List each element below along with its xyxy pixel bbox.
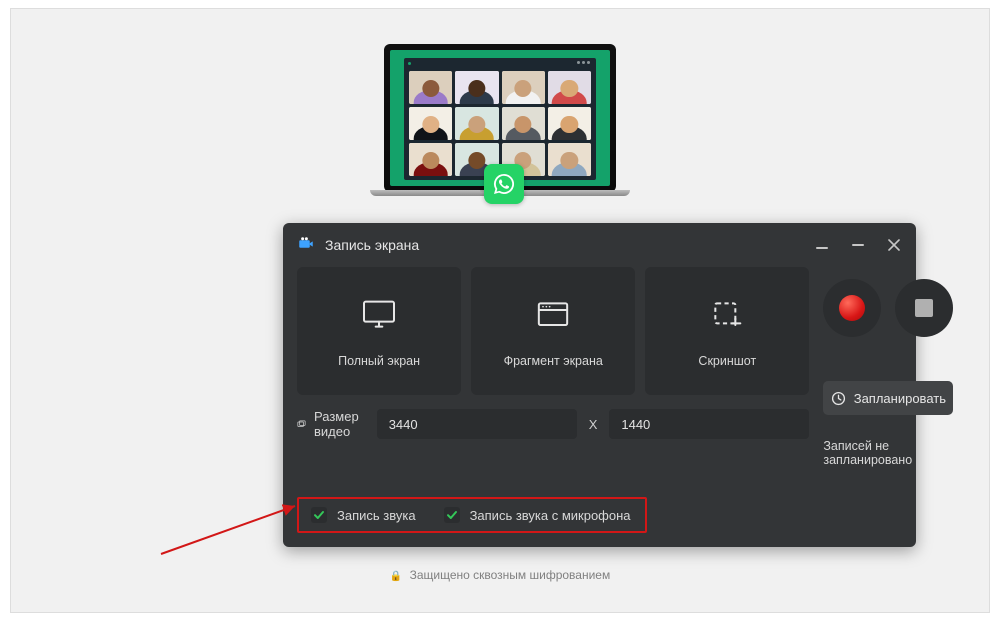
checkbox-label: Запись звука (337, 508, 416, 523)
record-button[interactable] (823, 279, 881, 337)
audio-options-highlight: Запись звука Запись звука с микрофона (297, 497, 647, 533)
mode-label: Фрагмент экрана (504, 354, 603, 368)
stop-icon (915, 299, 933, 317)
size-label: Размер видео (297, 409, 365, 439)
monitor-icon (359, 295, 399, 338)
crop-icon (707, 295, 747, 338)
check-icon (311, 507, 327, 523)
size-separator: X (589, 417, 598, 432)
mode-grid: Полный экран Фрагмент экрана Скриншот (297, 267, 809, 395)
window-title: Запись экрана (325, 237, 419, 253)
width-input[interactable] (377, 409, 577, 439)
mode-fragment[interactable]: Фрагмент экрана (471, 267, 635, 395)
size-icon (297, 417, 306, 432)
record-icon (839, 295, 865, 321)
footer: 🔒 Защищено сквозным шифрованием (0, 568, 1000, 582)
screen-recorder-window: Запись экрана Полный экран (283, 223, 916, 547)
mode-screenshot[interactable]: Скриншот (645, 267, 809, 395)
stop-button[interactable] (895, 279, 953, 337)
app-icon (297, 235, 315, 256)
close-button[interactable] (886, 237, 902, 253)
clock-icon (831, 391, 846, 406)
minimize-button[interactable] (814, 237, 830, 253)
checkbox-system-audio[interactable]: Запись звука (311, 507, 416, 523)
schedule-label: Запланировать (854, 391, 946, 406)
check-icon (444, 507, 460, 523)
schedule-note: Записей не запланировано (823, 439, 953, 467)
footer-text: Защищено сквозным шифрованием (410, 568, 611, 582)
window-icon (533, 295, 573, 338)
height-input[interactable] (609, 409, 809, 439)
mode-label: Полный экран (338, 354, 420, 368)
checkbox-mic-audio[interactable]: Запись звука с микрофона (444, 507, 631, 523)
lock-icon: 🔒 (390, 571, 402, 582)
mode-fullscreen[interactable]: Полный экран (297, 267, 461, 395)
checkbox-label: Запись звука с микрофона (470, 508, 631, 523)
schedule-button[interactable]: Запланировать (823, 381, 953, 415)
titlebar: Запись экрана (283, 223, 916, 267)
whatsapp-icon (484, 164, 524, 204)
maximize-button[interactable] (850, 237, 866, 253)
size-row: Размер видео X (297, 409, 809, 439)
mode-label: Скриншот (698, 354, 756, 368)
